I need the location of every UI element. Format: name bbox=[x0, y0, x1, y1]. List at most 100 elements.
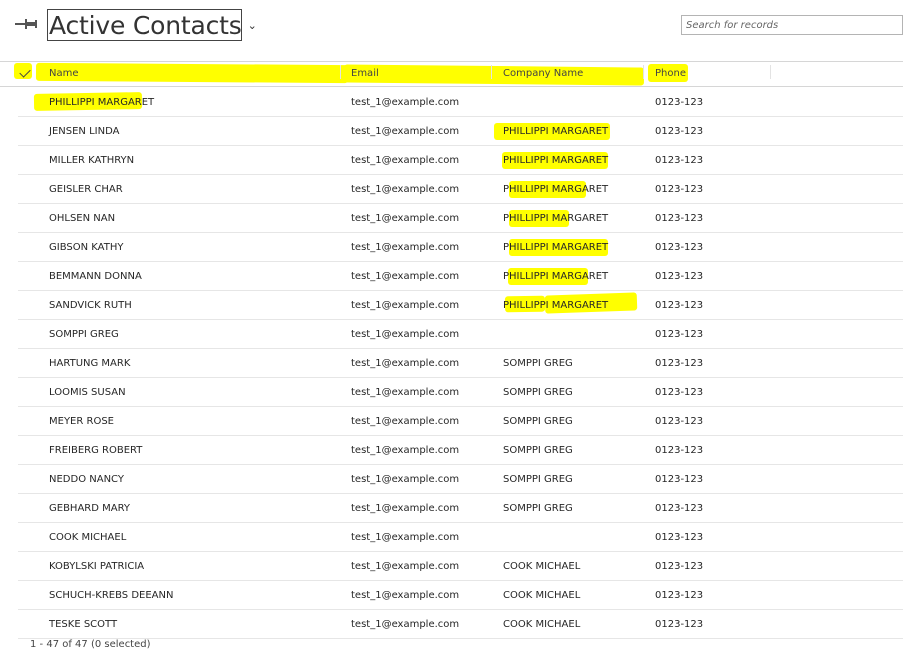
contact-company[interactable]: COOK MICHAEL bbox=[503, 590, 580, 601]
contact-company[interactable]: PHILLIPPI MARGARET bbox=[503, 242, 608, 253]
pin-icon[interactable] bbox=[15, 17, 37, 31]
contact-name[interactable]: GEISLER CHAR bbox=[49, 184, 123, 195]
table-row[interactable]: GIBSON KATHY test_1@example.com PHILLIPP… bbox=[18, 233, 903, 262]
contact-company[interactable]: COOK MICHAEL bbox=[503, 561, 580, 572]
contact-email[interactable]: test_1@example.com bbox=[351, 300, 459, 311]
contact-company[interactable]: SOMPPI GREG bbox=[503, 474, 573, 485]
contact-phone: 0123-123 bbox=[655, 387, 704, 398]
contact-phone: 0123-123 bbox=[655, 358, 704, 369]
contact-company[interactable]: PHILLIPPI MARGARET bbox=[503, 126, 608, 137]
contact-company[interactable]: PHILLIPPI MARGARET bbox=[503, 213, 608, 224]
table-row[interactable]: TESKE SCOTT test_1@example.com COOK MICH… bbox=[18, 610, 903, 639]
contact-email[interactable]: test_1@example.com bbox=[351, 416, 459, 427]
contact-email[interactable]: test_1@example.com bbox=[351, 242, 459, 253]
contact-company[interactable]: SOMPPI GREG bbox=[503, 416, 573, 427]
contact-name[interactable]: JENSEN LINDA bbox=[49, 126, 119, 137]
contact-name[interactable]: MEYER ROSE bbox=[49, 416, 114, 427]
select-all-checkbox[interactable] bbox=[19, 66, 31, 78]
contact-company[interactable]: SOMPPI GREG bbox=[503, 358, 573, 369]
contact-name[interactable]: MILLER KATHRYN bbox=[49, 155, 134, 166]
contact-name[interactable]: HARTUNG MARK bbox=[49, 358, 130, 369]
table-row[interactable]: PHILLIPPI MARGARET test_1@example.com 01… bbox=[18, 88, 903, 117]
contact-email[interactable]: test_1@example.com bbox=[351, 213, 459, 224]
contact-phone: 0123-123 bbox=[655, 590, 704, 601]
table-row[interactable]: SCHUCH-KREBS DEEANN test_1@example.com C… bbox=[18, 581, 903, 610]
contact-name[interactable]: FREIBERG ROBERT bbox=[49, 445, 142, 456]
table-row[interactable]: SOMPPI GREG test_1@example.com 0123-123 bbox=[18, 320, 903, 349]
contact-email[interactable]: test_1@example.com bbox=[351, 271, 459, 282]
contact-name[interactable]: KOBYLSKI PATRICIA bbox=[49, 561, 144, 572]
table-row[interactable]: GEISLER CHAR test_1@example.com PHILLIPP… bbox=[18, 175, 903, 204]
column-divider bbox=[491, 65, 492, 79]
column-divider bbox=[340, 65, 341, 79]
contact-email[interactable]: test_1@example.com bbox=[351, 619, 459, 630]
contact-phone: 0123-123 bbox=[655, 300, 704, 311]
contact-phone: 0123-123 bbox=[655, 184, 704, 195]
contact-company[interactable]: PHILLIPPI MARGARET bbox=[503, 300, 608, 311]
contact-email[interactable]: test_1@example.com bbox=[351, 503, 459, 514]
contact-email[interactable]: test_1@example.com bbox=[351, 474, 459, 485]
contact-phone: 0123-123 bbox=[655, 561, 704, 572]
table-row[interactable]: OHLSEN NAN test_1@example.com PHILLIPPI … bbox=[18, 204, 903, 233]
contact-phone: 0123-123 bbox=[655, 329, 704, 340]
chevron-down-icon: ⌄ bbox=[247, 18, 257, 32]
search-input[interactable] bbox=[681, 15, 903, 35]
table-row[interactable]: COOK MICHAEL test_1@example.com 0123-123 bbox=[18, 523, 903, 552]
table-row[interactable]: BEMMANN DONNA test_1@example.com PHILLIP… bbox=[18, 262, 903, 291]
contact-email[interactable]: test_1@example.com bbox=[351, 97, 459, 108]
contact-name[interactable]: LOOMIS SUSAN bbox=[49, 387, 126, 398]
column-header-company[interactable]: Company Name bbox=[503, 68, 583, 79]
contact-phone: 0123-123 bbox=[655, 97, 704, 108]
contact-phone: 0123-123 bbox=[655, 532, 704, 543]
table-row[interactable]: MILLER KATHRYN test_1@example.com PHILLI… bbox=[18, 146, 903, 175]
column-header-phone[interactable]: Phone bbox=[655, 68, 686, 79]
contact-phone: 0123-123 bbox=[655, 416, 704, 427]
table-row[interactable]: LOOMIS SUSAN test_1@example.com SOMPPI G… bbox=[18, 378, 903, 407]
table-row[interactable]: KOBYLSKI PATRICIA test_1@example.com COO… bbox=[18, 552, 903, 581]
contact-email[interactable]: test_1@example.com bbox=[351, 155, 459, 166]
contact-email[interactable]: test_1@example.com bbox=[351, 126, 459, 137]
contact-phone: 0123-123 bbox=[655, 271, 704, 282]
view-selector[interactable]: Active Contacts ⌄ bbox=[47, 9, 257, 41]
contact-email[interactable]: test_1@example.com bbox=[351, 329, 459, 340]
contact-name[interactable]: COOK MICHAEL bbox=[49, 532, 126, 543]
contact-name[interactable]: NEDDO NANCY bbox=[49, 474, 124, 485]
contact-phone: 0123-123 bbox=[655, 503, 704, 514]
contact-email[interactable]: test_1@example.com bbox=[351, 590, 459, 601]
contact-company[interactable]: COOK MICHAEL bbox=[503, 619, 580, 630]
contact-company[interactable]: SOMPPI GREG bbox=[503, 503, 573, 514]
table-row[interactable]: JENSEN LINDA test_1@example.com PHILLIPP… bbox=[18, 117, 903, 146]
column-header-name[interactable]: Name bbox=[49, 68, 79, 79]
contact-email[interactable]: test_1@example.com bbox=[351, 184, 459, 195]
contact-name[interactable]: BEMMANN DONNA bbox=[49, 271, 142, 282]
contact-phone: 0123-123 bbox=[655, 619, 704, 630]
column-divider bbox=[770, 65, 771, 79]
contact-name[interactable]: GEBHARD MARY bbox=[49, 503, 130, 514]
contact-email[interactable]: test_1@example.com bbox=[351, 358, 459, 369]
table-row[interactable]: FREIBERG ROBERT test_1@example.com SOMPP… bbox=[18, 436, 903, 465]
contact-name[interactable]: OHLSEN NAN bbox=[49, 213, 115, 224]
contact-company[interactable]: SOMPPI GREG bbox=[503, 387, 573, 398]
contact-company[interactable]: PHILLIPPI MARGARET bbox=[503, 155, 608, 166]
column-header-email[interactable]: Email bbox=[351, 68, 379, 79]
contact-email[interactable]: test_1@example.com bbox=[351, 387, 459, 398]
table-row[interactable]: SANDVICK RUTH test_1@example.com PHILLIP… bbox=[18, 291, 903, 320]
table-row[interactable]: GEBHARD MARY test_1@example.com SOMPPI G… bbox=[18, 494, 903, 523]
contact-email[interactable]: test_1@example.com bbox=[351, 532, 459, 543]
contact-name[interactable]: TESKE SCOTT bbox=[49, 619, 117, 630]
table-row[interactable]: MEYER ROSE test_1@example.com SOMPPI GRE… bbox=[18, 407, 903, 436]
record-count-status: 1 - 47 of 47 (0 selected) bbox=[30, 639, 151, 650]
contact-name[interactable]: SCHUCH-KREBS DEEANN bbox=[49, 590, 173, 601]
contact-phone: 0123-123 bbox=[655, 126, 704, 137]
contact-name[interactable]: PHILLIPPI MARGARET bbox=[49, 97, 154, 108]
contact-name[interactable]: GIBSON KATHY bbox=[49, 242, 123, 253]
contact-email[interactable]: test_1@example.com bbox=[351, 561, 459, 572]
contact-company[interactable]: PHILLIPPI MARGARET bbox=[503, 184, 608, 195]
contact-email[interactable]: test_1@example.com bbox=[351, 445, 459, 456]
contact-name[interactable]: SOMPPI GREG bbox=[49, 329, 119, 340]
contact-name[interactable]: SANDVICK RUTH bbox=[49, 300, 132, 311]
contact-company[interactable]: SOMPPI GREG bbox=[503, 445, 573, 456]
contact-company[interactable]: PHILLIPPI MARGARET bbox=[503, 271, 608, 282]
table-row[interactable]: HARTUNG MARK test_1@example.com SOMPPI G… bbox=[18, 349, 903, 378]
table-row[interactable]: NEDDO NANCY test_1@example.com SOMPPI GR… bbox=[18, 465, 903, 494]
